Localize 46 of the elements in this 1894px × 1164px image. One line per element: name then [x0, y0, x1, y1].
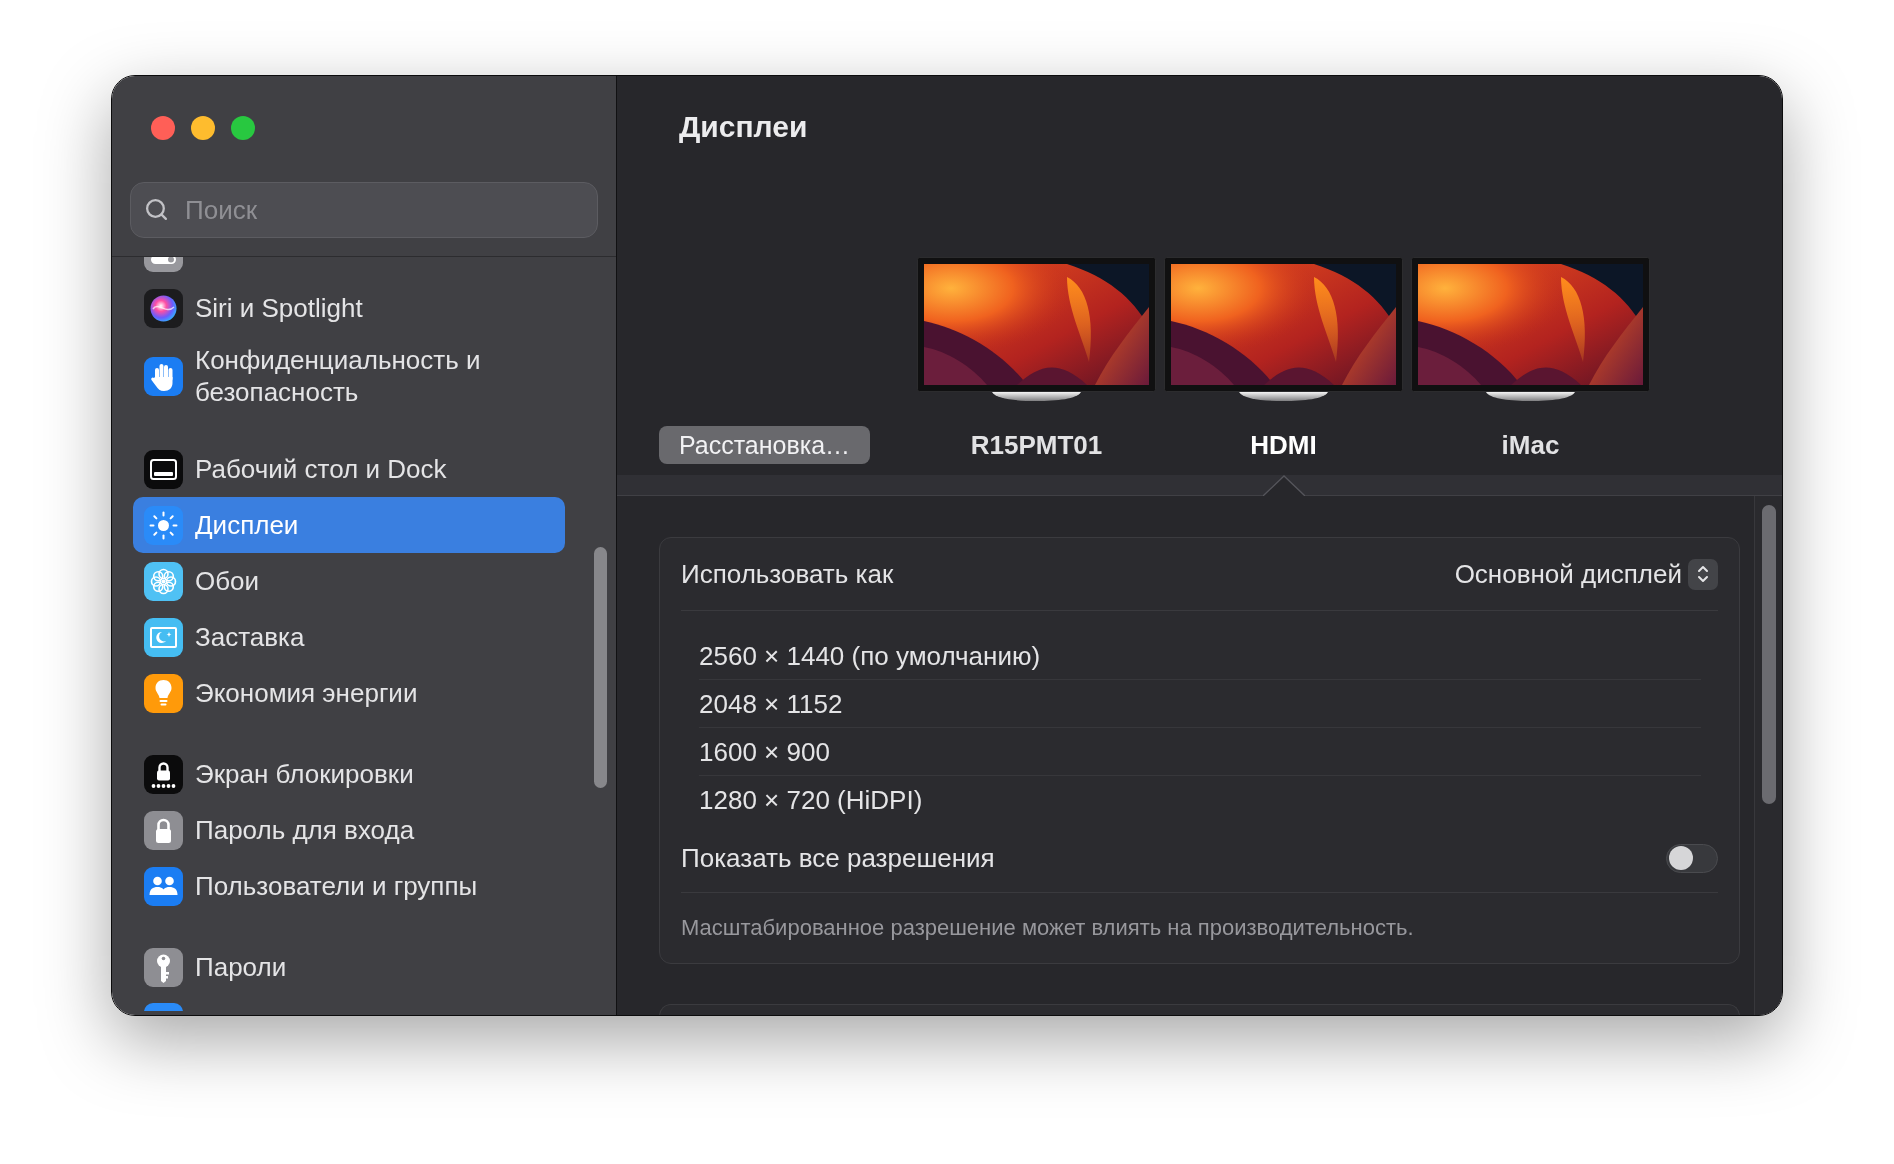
flower-icon [144, 561, 183, 601]
sidebar-item[interactable]: Пароли [133, 939, 565, 995]
sidebar-item[interactable]: Дисплеи [133, 497, 565, 553]
sidebar-item[interactable]: Обои [133, 553, 565, 609]
sidebar-item[interactable]: Экран блокировки [133, 746, 565, 802]
toggles-icon [144, 257, 183, 272]
maximize-button[interactable] [231, 116, 255, 140]
app-tile-icon [144, 1003, 183, 1011]
setting-label: Показать все разрешения [681, 842, 995, 874]
sidebar-item[interactable]: Рабочий стол и Dock [133, 441, 565, 497]
sidebar-item[interactable]: Пароль для входа [133, 802, 565, 858]
resolution-option[interactable]: 2048 × 1152 [699, 680, 1701, 728]
toggle-switch[interactable] [1666, 843, 1718, 873]
lock-dots-icon [144, 754, 183, 794]
scrollbar[interactable] [594, 547, 607, 788]
sidebar-item[interactable]: Экономия энергии [133, 665, 565, 721]
resolution-option[interactable]: 1600 × 900 [699, 728, 1701, 776]
key-icon [144, 947, 183, 987]
page-title: Дисплеи [678, 109, 809, 145]
chevron-up-down-icon [1688, 558, 1718, 590]
sidebar-item[interactable]: Заставка [133, 609, 565, 665]
sun-icon [144, 505, 183, 545]
scrollbar[interactable] [1761, 505, 1776, 804]
note-text: Масштабированное разрешение может влиять на производительность. [681, 914, 1414, 942]
display-button[interactable]: iMac [1411, 257, 1650, 464]
search-field[interactable]: Поиск [130, 182, 598, 238]
screen-moon-icon [144, 617, 183, 657]
use-as-dropdown[interactable]: Основной дисплей [1454, 558, 1718, 590]
window-dock-icon [144, 449, 183, 489]
minimize-button[interactable] [191, 116, 215, 140]
resolution-option[interactable]: 2560 × 1440 (по умолчанию) [699, 632, 1701, 680]
display-button[interactable]: HDMI [1164, 257, 1403, 464]
display-button[interactable]: R15PMT01 [917, 257, 1156, 464]
lock-icon [144, 810, 183, 850]
search-icon [144, 197, 169, 222]
setting-label: Использовать как [681, 558, 894, 590]
people-icon [144, 866, 183, 906]
lightbulb-icon [144, 673, 183, 713]
hand-icon [144, 356, 183, 396]
resolution-option[interactable]: 1280 × 720 (HiDPI) [699, 776, 1701, 824]
orb-icon [144, 288, 183, 328]
sidebar-item[interactable]: Пользователи и группы [133, 858, 565, 914]
sidebar-item[interactable]: Конфиденциальность и безопасность [133, 336, 565, 416]
sidebar-item[interactable]: Siri и Spotlight [133, 280, 565, 336]
close-button[interactable] [151, 116, 175, 140]
arrange-button[interactable]: Расстановка… [659, 426, 870, 464]
